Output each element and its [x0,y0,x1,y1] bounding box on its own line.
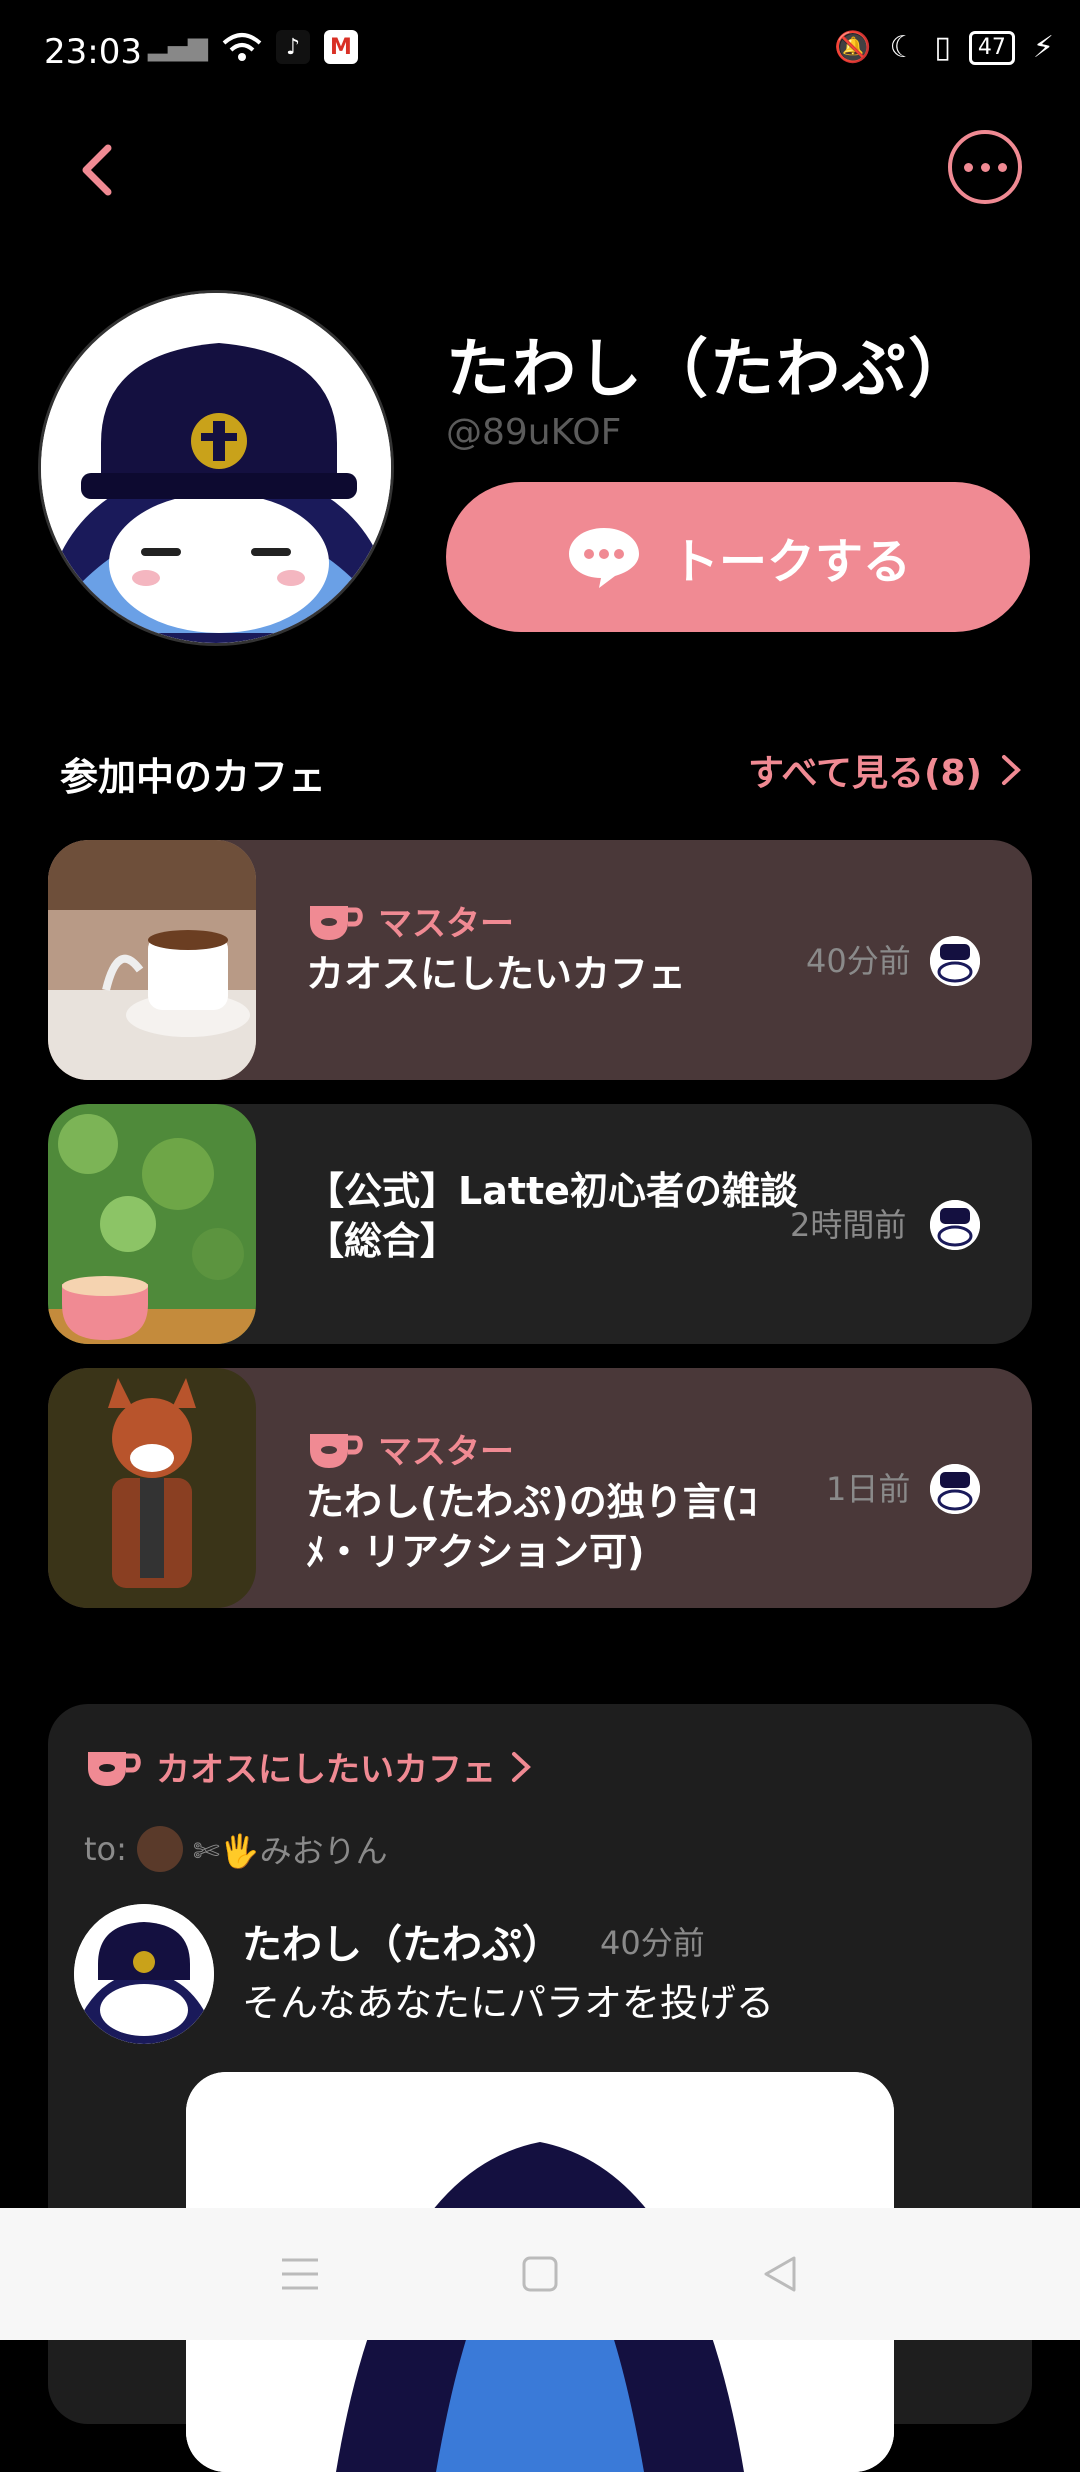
post-time: 40分前 [600,1924,705,1962]
status-time: 23:03 [44,32,142,72]
vibrate-off-icon: 🔕 [834,30,872,65]
battery-icon: 47 [968,30,1015,65]
charging-icon: ⚡ [1032,30,1054,65]
master-label: マスター [378,1432,514,1472]
cafe-card[interactable]: マスター カオスにしたいカフェ 40分前 [48,840,1032,1080]
gmail-icon: M [324,30,358,64]
more-horizontal-icon [963,162,973,172]
post-author-avatar[interactable] [74,1904,214,2044]
home-icon[interactable] [521,2255,559,2293]
chevron-right-icon [512,1751,531,1782]
avatar-image [41,293,391,643]
more-button[interactable] [948,130,1022,204]
talk-button-label: トークする [670,534,911,590]
cafe-info: マスター たわし(たわぷ)の独り言(ｺﾒ・リアクション可) [306,1424,806,1577]
talk-button[interactable]: トークする [446,482,1030,632]
coffee-cup-icon [310,1433,363,1468]
tiktok-icon: ♪ [276,30,310,64]
cafe-card[interactable]: マスター たわし(たわぷ)の独り言(ｺﾒ・リアクション可) 1日前 [48,1368,1032,1608]
cafe-info: 【公式】Latte初心者の雑談【総合】 [306,1166,806,1266]
cafe-card[interactable]: 【公式】Latte初心者の雑談【総合】 2時間前 [48,1104,1032,1344]
profile-avatar[interactable] [38,290,394,646]
status-left-icons: ▂▄▆ ♪ M [148,30,358,64]
see-all-label: すべて見る(8) [748,753,982,794]
cafe-time: 1日前 [826,1470,911,1508]
cafe-member-avatar [930,936,980,986]
chevron-right-icon [1002,755,1021,785]
cafe-name: カオスにしたいカフェ [306,952,687,996]
back-button[interactable] [70,140,130,200]
coffee-cup-icon [88,1751,141,1786]
coffee-cup-icon [310,905,363,940]
back-nav-icon[interactable] [760,2254,800,2294]
master-label: マスター [378,904,514,944]
recipient-name: ✄🖐みおりん [192,1832,388,1870]
cafe-thumbnail [48,1104,256,1344]
cafe-member-avatar [930,1200,980,1250]
post-recipient[interactable]: to: ✄🖐みおりん [84,1826,388,1872]
moon-icon: ☾ [889,30,917,65]
vibrate-icon: ▯ [934,30,951,65]
more-dot [980,162,990,172]
to-label: to: [84,1830,127,1868]
status-right-icons: 🔕 ☾ ▯ 47 ⚡ [834,30,1054,65]
post-cafe-name: カオスにしたいカフェ [156,1750,496,1790]
see-all-link[interactable]: すべて見る(8) [748,744,1022,796]
more-dot [997,162,1007,172]
profile-handle: @89uKOF [446,412,622,453]
cafe-name: 【公式】Latte初心者の雑談【総合】 [306,1169,798,1263]
chat-bubble-icon [568,528,639,588]
wifi-icon [222,33,262,61]
master-badge: マスター [306,896,806,945]
cafe-name: たわし(たわぷ)の独り言(ｺﾒ・リアクション可) [306,1480,758,1574]
post-cafe-link[interactable]: カオスにしたいカフェ [84,1742,532,1791]
chevron-left-icon [82,144,112,196]
cafe-thumbnail [48,840,256,1080]
post-author-name: たわし（たわぷ） [242,1922,562,1968]
recipient-avatar [136,1826,183,1872]
post-text: そんなあなたにパラオを投げる [242,1981,775,2025]
cafe-info: マスター カオスにしたいカフェ [306,896,806,999]
profile-name: たわし（たわぷ） [446,333,974,407]
menu-icon[interactable] [280,2256,320,2292]
system-nav-bar [0,2208,1080,2340]
signal-icon: ▂▄▆ [148,32,208,62]
cafes-section-title: 参加中のカフェ [60,755,327,799]
cafe-member-avatar [930,1464,980,1514]
cafe-thumbnail [48,1368,256,1608]
cafe-time: 40分前 [806,942,911,980]
cafe-time: 2時間前 [790,1206,907,1244]
master-badge: マスター [306,1424,806,1473]
